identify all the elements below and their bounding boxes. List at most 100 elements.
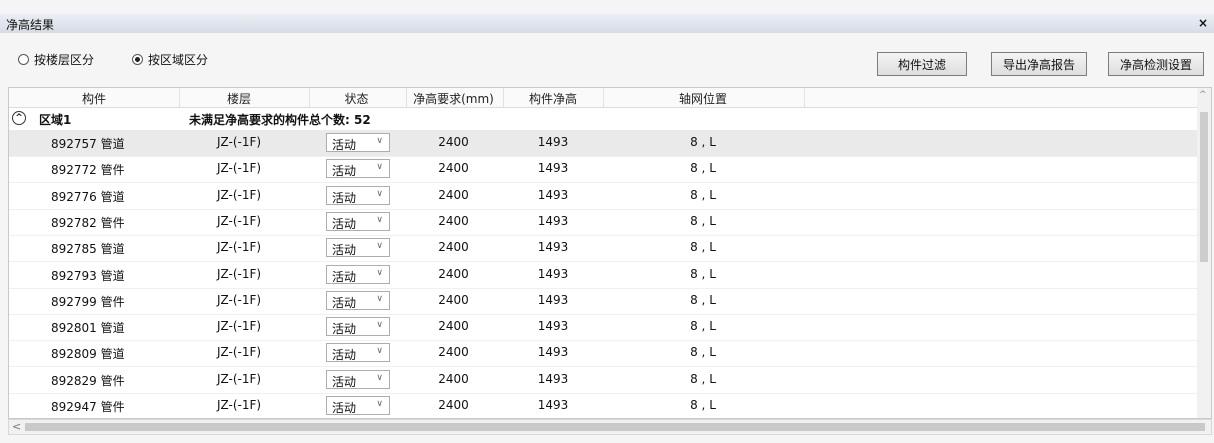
table-row[interactable]: 892947 管件 JZ-(-1F) 活动 ∨ 2400 1493 8 , L — [9, 393, 1197, 418]
cell-required-height: 2400 — [438, 292, 469, 307]
status-value: 活动 — [332, 322, 357, 337]
cell-floor: JZ-(-1F) — [216, 398, 262, 412]
header-component[interactable]: 构件 — [39, 90, 149, 107]
status-dropdown[interactable]: 活动 ∨ — [326, 185, 390, 205]
status-dropdown[interactable]: 活动 ∨ — [326, 290, 390, 310]
cell-component-height: 1493 — [537, 135, 569, 149]
group-row-region1[interactable]: ^ 区域1 未满足净高要求的构件总个数: 52 — [9, 108, 1197, 129]
chevron-down-icon: ∨ — [376, 293, 383, 304]
cell-axis-position: 8 , L — [690, 292, 716, 307]
horizontal-scrollbar[interactable]: < — [8, 419, 1212, 435]
status-value: 活动 — [332, 401, 357, 415]
clearance-settings-button[interactable]: 净高检测设置 — [1108, 52, 1204, 76]
table-row[interactable]: 892785 管道 JZ-(-1F) 活动 ∨ 2400 1493 8 , L — [9, 235, 1197, 263]
table-row[interactable]: 892776 管道 JZ-(-1F) 活动 ∨ 2400 1493 8 , L — [9, 183, 1197, 210]
cell-floor: JZ-(-1F) — [216, 213, 262, 228]
table-row[interactable]: 892799 管件 JZ-(-1F) 活动 ∨ 2400 1493 8 , L — [9, 288, 1197, 315]
chevron-down-icon: ∨ — [376, 346, 383, 357]
status-dropdown[interactable]: 活动 ∨ — [326, 317, 390, 337]
status-dropdown[interactable]: 活动 ∨ — [326, 264, 390, 284]
cell-component-height: 1493 — [537, 319, 569, 334]
cell-component-height: 1493 — [537, 187, 569, 202]
export-report-button[interactable]: 导出净高报告 — [991, 52, 1087, 76]
cell-axis-position: 8 , L — [690, 135, 716, 149]
scroll-up-icon[interactable]: ^ — [1199, 90, 1207, 100]
cell-required-height: 2400 — [438, 161, 469, 176]
cell-required-height: 2400 — [438, 266, 469, 281]
chevron-down-icon: ∨ — [376, 267, 383, 278]
cell-required-height: 2400 — [438, 319, 469, 334]
cell-floor: JZ-(-1F) — [216, 266, 262, 281]
table-row[interactable]: 892801 管道 JZ-(-1F) 活动 ∨ 2400 1493 8 , L — [9, 314, 1197, 342]
component-filter-button[interactable]: 构件过滤 — [877, 52, 967, 76]
cell-component-height: 1493 — [537, 292, 569, 307]
cell-component: 892801 管道 — [51, 321, 125, 336]
table-row[interactable]: 892809 管道 JZ-(-1F) 活动 ∨ 2400 1493 8 , L — [9, 340, 1197, 368]
header-component-height[interactable]: 构件净高 — [503, 90, 603, 107]
close-icon[interactable]: × — [1198, 16, 1208, 30]
cell-component-height: 1493 — [537, 371, 569, 386]
header-divider — [804, 88, 805, 107]
radio-by-region[interactable]: 按区域区分 — [132, 51, 208, 68]
cell-required-height: 2400 — [438, 240, 469, 255]
options-bar: 按楼层区分 按区域区分 构件过滤 导出净高报告 净高检测设置 — [0, 33, 1214, 87]
status-dropdown[interactable]: 活动 ∨ — [326, 343, 390, 363]
header-axis-position[interactable]: 轴网位置 — [603, 90, 803, 107]
collapse-chevron-up-icon[interactable]: ^ — [12, 111, 26, 125]
clearance-result-window: 净高结果 × 按楼层区分 按区域区分 构件过滤 导出净高报告 净高检测设置 构件… — [0, 0, 1214, 443]
group-summary: 未满足净高要求的构件总个数: 52 — [189, 113, 371, 127]
table-header: 构件 楼层 状态 净高要求(mm) 构件净高 轴网位置 — [9, 88, 1197, 108]
cell-component: 892947 管件 — [51, 400, 125, 414]
status-value: 活动 — [332, 164, 357, 179]
table-row[interactable]: 892772 管件 JZ-(-1F) 活动 ∨ 2400 1493 8 , L — [9, 156, 1197, 184]
status-dropdown[interactable]: 活动 ∨ — [326, 159, 390, 179]
chevron-down-icon: ∨ — [376, 214, 383, 225]
cell-component: 892757 管道 — [51, 137, 125, 151]
status-dropdown[interactable]: 活动 ∨ — [326, 396, 390, 415]
cell-required-height: 2400 — [438, 345, 469, 360]
radio-by-floor-label: 按楼层区分 — [34, 53, 95, 67]
chevron-down-icon: ∨ — [376, 320, 383, 331]
radio-unchecked-icon — [18, 54, 29, 65]
header-required-height[interactable]: 净高要求(mm) — [406, 90, 501, 107]
cell-axis-position: 8 , L — [690, 240, 716, 255]
cell-required-height: 2400 — [438, 371, 469, 386]
cell-floor: JZ-(-1F) — [216, 161, 262, 176]
window-title: 净高结果 — [6, 18, 55, 32]
cell-floor: JZ-(-1F) — [216, 240, 262, 255]
table-row[interactable]: 892782 管件 JZ-(-1F) 活动 ∨ 2400 1493 8 , L — [9, 209, 1197, 236]
cell-component-height: 1493 — [537, 213, 569, 228]
group-label: 区域1 — [39, 113, 72, 127]
cell-component: 892799 管件 — [51, 294, 125, 309]
chevron-down-icon: ∨ — [376, 241, 383, 252]
cell-axis-position: 8 , L — [690, 371, 716, 386]
status-dropdown[interactable]: 活动 ∨ — [326, 211, 390, 231]
results-grid: 构件 楼层 状态 净高要求(mm) 构件净高 轴网位置 ^ 区域1 未满足净高要… — [8, 87, 1212, 419]
cell-component: 892829 管件 — [51, 373, 125, 388]
cell-required-height: 2400 — [438, 135, 469, 149]
cell-component: 892782 管件 — [51, 215, 125, 230]
table-row[interactable]: 892829 管件 JZ-(-1F) 活动 ∨ 2400 1493 8 , L — [9, 367, 1197, 394]
cell-floor: JZ-(-1F) — [216, 345, 262, 360]
cell-axis-position: 8 , L — [690, 345, 716, 360]
table-row[interactable]: 892793 管道 JZ-(-1F) 活动 ∨ 2400 1493 8 , L — [9, 262, 1197, 289]
header-floor[interactable]: 楼层 — [179, 90, 299, 107]
table-row[interactable]: 892757 管道 JZ-(-1F) 活动 ∨ 2400 1493 8 , L — [9, 130, 1197, 157]
vertical-scroll-thumb[interactable] — [1200, 112, 1208, 262]
header-status[interactable]: 状态 — [309, 90, 404, 107]
status-value: 活动 — [332, 269, 357, 284]
chevron-down-icon: ∨ — [376, 399, 383, 409]
cell-floor: JZ-(-1F) — [216, 319, 262, 334]
status-dropdown[interactable]: 活动 ∨ — [326, 369, 390, 389]
cell-component-height: 1493 — [537, 161, 569, 176]
vertical-scrollbar[interactable]: ^ — [1197, 88, 1211, 418]
status-dropdown[interactable]: 活动 ∨ — [326, 133, 390, 152]
horizontal-scroll-thumb[interactable] — [25, 423, 1205, 431]
radio-by-floor[interactable]: 按楼层区分 — [18, 51, 94, 68]
scroll-left-icon[interactable]: < — [12, 420, 21, 433]
title-bar: 净高结果 × — [0, 14, 1214, 34]
cell-component: 892772 管件 — [51, 163, 125, 178]
status-value: 活动 — [332, 138, 357, 152]
status-value: 活动 — [332, 216, 357, 231]
status-dropdown[interactable]: 活动 ∨ — [326, 238, 390, 258]
